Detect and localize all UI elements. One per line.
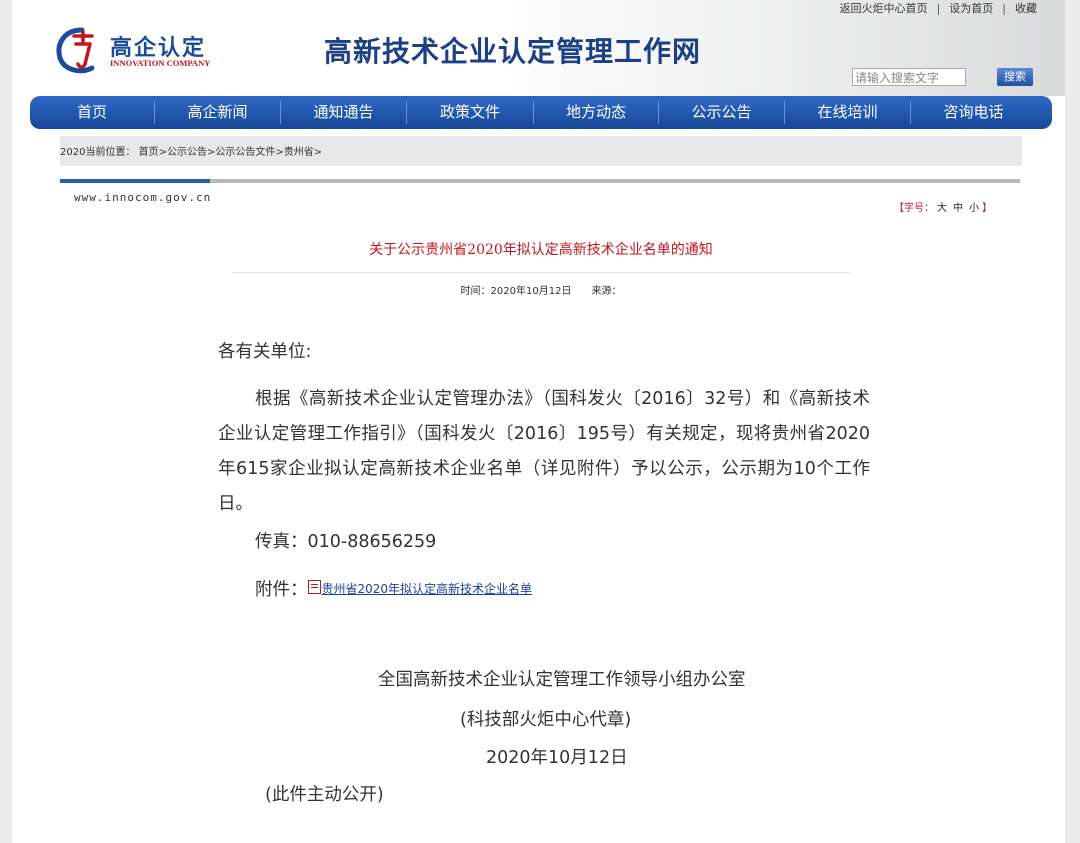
nav-item-training[interactable]: 在线培训 [785,96,910,129]
logo[interactable]: 高企认定 INNOVATION COMPANY [52,22,222,76]
header: 返回火炬中心首页 | 设为首页 | 收藏 高企认定 INNOVATION COMPANY… [12,0,1065,96]
logo-subtitle: INNOVATION COMPANY [110,58,211,68]
nav-item-policies[interactable]: 政策文件 [407,96,533,129]
nav-item-home[interactable]: 首页 [30,96,154,129]
bookmark-link[interactable]: 收藏 [1015,2,1037,15]
article-title: 关于公示贵州省2020年拟认定高新技术企业名单的通知 [369,242,713,258]
separator: | [936,2,941,15]
article-panel: www.innocom.gov.cn 【字号：大中小】 关于公示贵州省2020年… [60,166,1022,843]
font-size-switcher: 【字号：大中小】 [894,199,992,214]
logo-emblem-icon [56,27,95,74]
attachment-label: 附件： [255,580,308,600]
top-links: 返回火炬中心首页 | 设为首页 | 收藏 [840,0,1037,16]
tab-line-active [60,179,210,183]
search-button[interactable]: 搜索 [997,68,1033,86]
signature-seal: (科技部火炬中心代章) [460,710,632,730]
breadcrumb-bar: 2020当前位置： 首页>公示公告>公示公告文件>贵州省> [60,136,1022,166]
title-divider [232,272,850,273]
document-icon [307,580,321,594]
site-title: 高新技术企业认定管理工作网 [324,35,702,68]
page: 返回火炬中心首页 | 设为首页 | 收藏 高企认定 INNOVATION COMPANY… [12,0,1065,843]
signature-date: 2020年10月12日 [486,748,628,768]
nav-item-notices[interactable]: 通知通告 [281,96,406,129]
publish-time: 时间：2020年10月12日 [460,286,572,297]
separator: | [1002,2,1006,15]
main-paragraph: 根据《高新技术企业认定管理办法》（国科发火〔2016〕32号）和《高新技术企业认… [218,389,870,514]
salutation: 各有关单位: [218,342,312,362]
attachment-line: 附件： 贵州省2020年拟认定高新技术企业名单 [255,576,532,601]
disclosure-note: (此件主动公开) [265,785,384,805]
font-size-label: 【字号： [894,203,934,214]
font-size-end: 】 [982,203,992,214]
font-size-medium[interactable]: 中 [953,203,963,214]
tab-line [60,179,1020,183]
home-link[interactable]: 返回火炬中心首页 [840,2,928,15]
nav-item-news[interactable]: 高企新闻 [155,96,280,129]
font-size-small[interactable]: 小 [969,203,979,214]
set-homepage-link[interactable]: 设为首页 [949,2,993,15]
article-meta: 时间：2020年10月12日 来源： [60,282,1022,297]
signature-org: 全国高新技术企业认定管理工作领导小组办公室 [378,670,746,690]
domain-text: www.innocom.gov.cn [74,191,212,204]
nav-item-announcements[interactable]: 公示公告 [659,96,784,129]
font-size-large[interactable]: 大 [937,203,947,214]
main-nav: 首页 高企新闻 通知通告 政策文件 地方动态 公示公告 在线培训 咨询电话 [30,96,1052,129]
breadcrumb[interactable]: 2020当前位置： 首页>公示公告>公示公告文件>贵州省> [60,143,322,158]
fax-line: 传真：010-88656259 [255,532,437,552]
attachment-link[interactable]: 贵州省2020年拟认定高新技术企业名单 [322,582,533,596]
nav-item-hotline[interactable]: 咨询电话 [911,96,1036,129]
search-input[interactable]: 请输入搜索文字 [852,68,966,86]
nav-item-local-news[interactable]: 地方动态 [534,96,658,129]
article-source: 来源： [591,286,622,297]
